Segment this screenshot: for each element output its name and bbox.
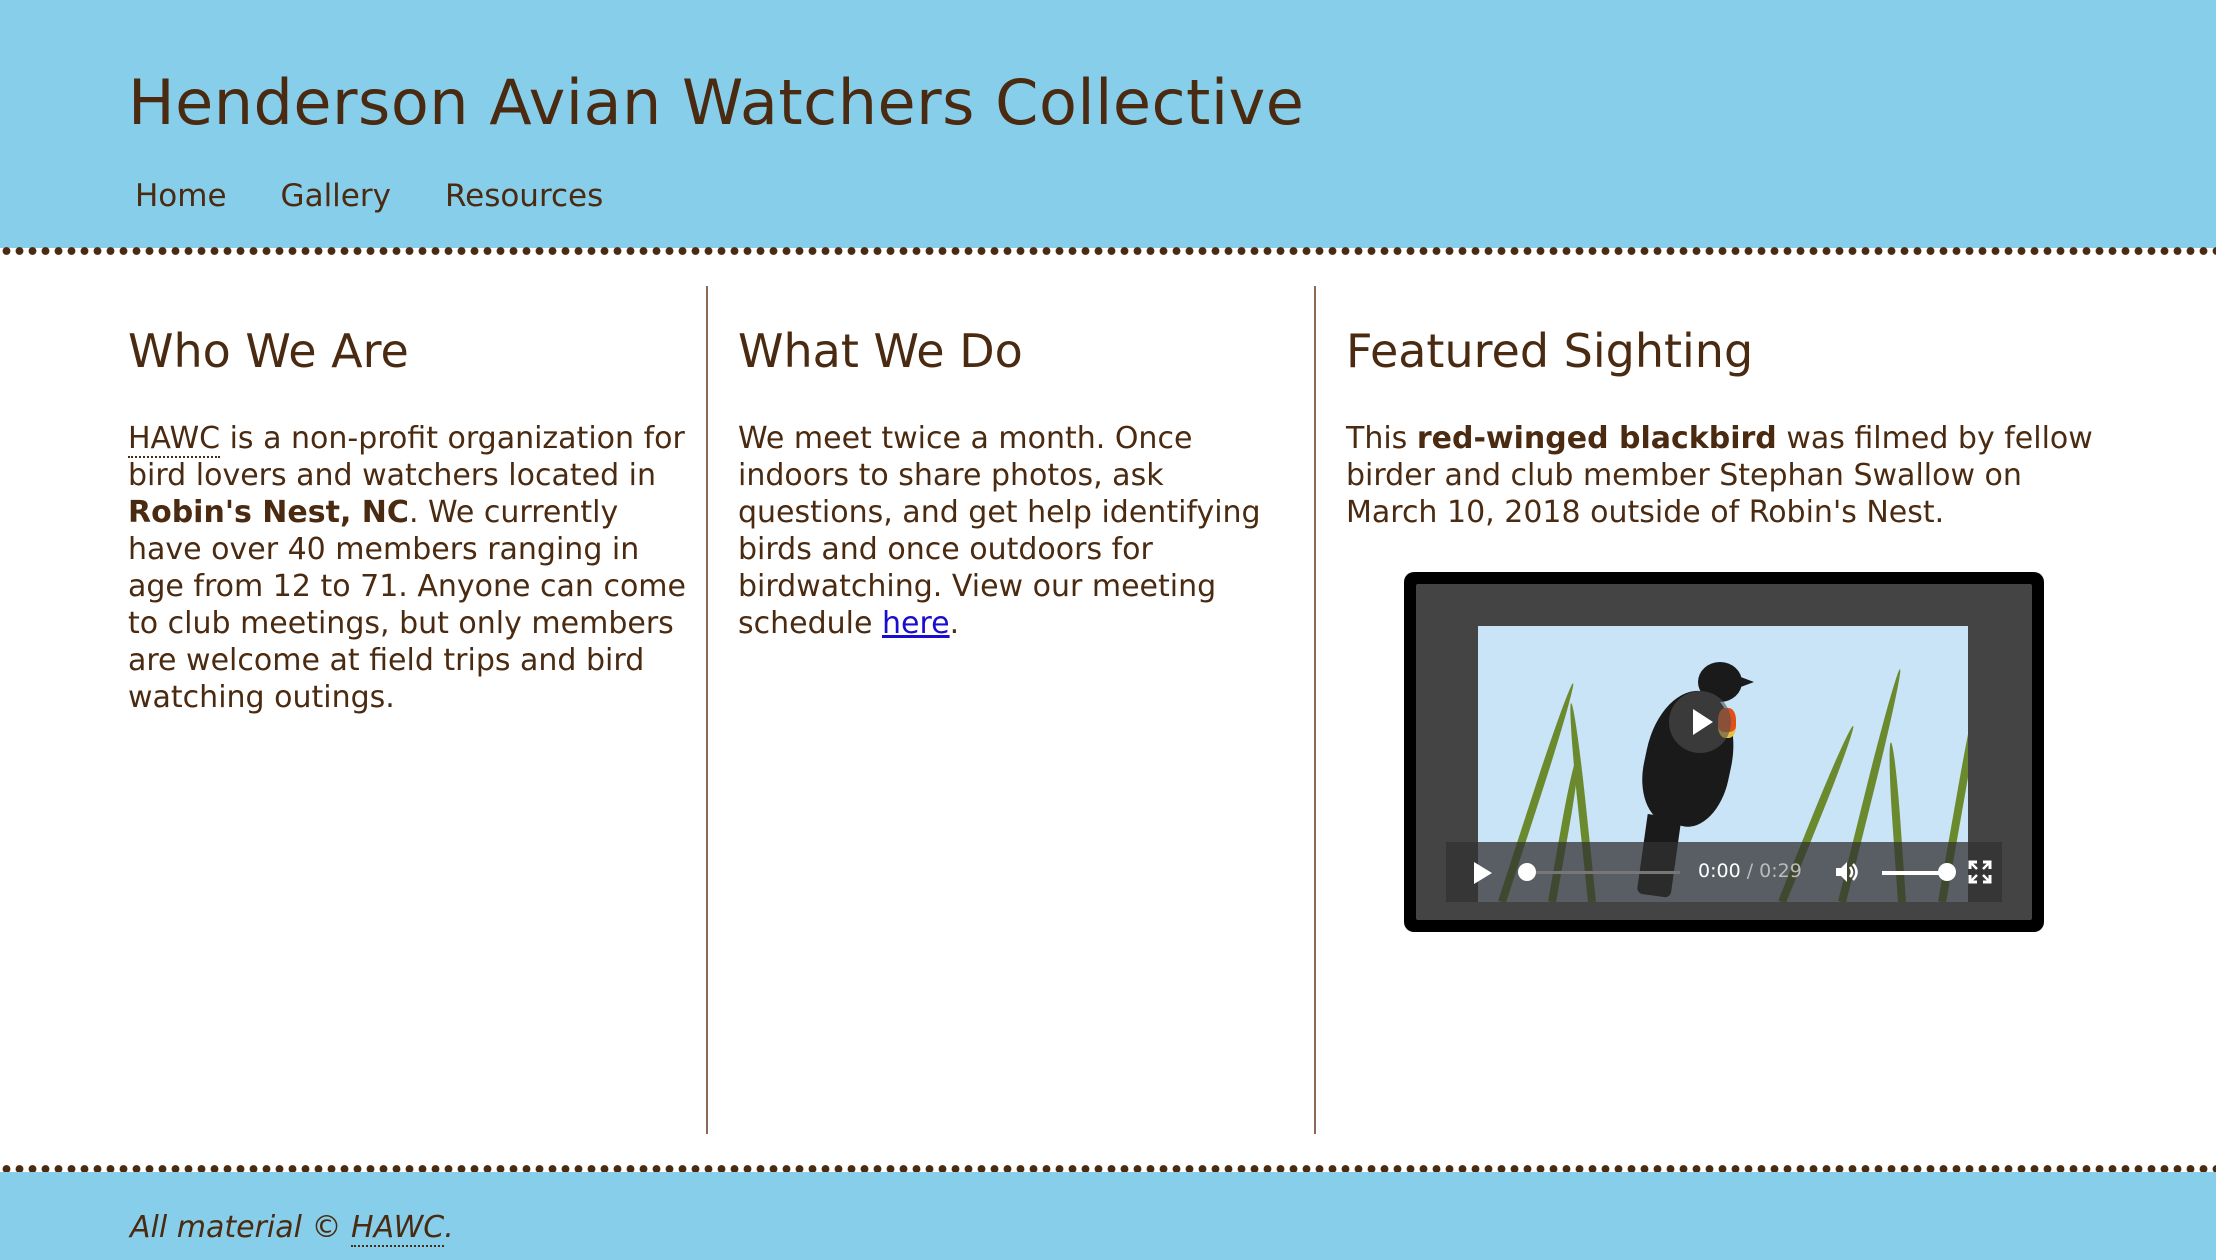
nav-resources[interactable]: Resources: [445, 178, 603, 214]
site-header: Henderson Avian Watchers Collective Home…: [0, 0, 2216, 248]
copyright-prefix: All material ©: [130, 1210, 352, 1245]
what-text-part2: .: [949, 606, 960, 641]
bird-beak-shape: [1738, 676, 1754, 688]
big-play-button[interactable]: [1669, 691, 1731, 753]
what-we-do-text: We meet twice a month. Once indoors to s…: [738, 420, 1298, 642]
what-we-do-section: What We Do We meet twice a month. Once i…: [706, 286, 1314, 1134]
main-nav: Home Gallery Resources: [135, 178, 603, 214]
what-we-do-heading: What We Do: [738, 324, 1023, 378]
video-area: 0:00 / 0:29: [1416, 584, 2032, 920]
what-text-part1: We meet twice a month. Once indoors to s…: [738, 421, 1261, 641]
video-controls: 0:00 / 0:29: [1446, 842, 2002, 902]
site-title: Henderson Avian Watchers Collective: [128, 66, 1305, 139]
fullscreen-icon[interactable]: [1968, 860, 1992, 884]
who-we-are-heading: Who We Are: [128, 324, 409, 378]
time-display: 0:00 / 0:29: [1698, 860, 1802, 882]
featured-sighting-heading: Featured Sighting: [1346, 324, 1754, 378]
site-footer: All material © HAWC.: [0, 1172, 2216, 1260]
duration: 0:29: [1759, 860, 1802, 882]
bird-name: red-winged blackbird: [1416, 421, 1777, 456]
featured-text-part1: This: [1346, 421, 1417, 456]
progress-bar[interactable]: [1520, 871, 1680, 874]
schedule-link[interactable]: here: [882, 606, 950, 641]
featured-sighting-text: This red-winged blackbird was filmed by …: [1346, 420, 2116, 531]
who-we-are-section: Who We Are HAWC is a non-profit organiza…: [128, 286, 706, 1134]
nav-home[interactable]: Home: [135, 178, 227, 214]
video-player[interactable]: 0:00 / 0:29: [1404, 572, 2044, 932]
volume-handle[interactable]: [1938, 863, 1956, 881]
copyright-suffix: .: [444, 1210, 454, 1245]
current-time: 0:00: [1698, 860, 1741, 882]
hawc-abbr: HAWC: [128, 421, 221, 458]
progress-handle[interactable]: [1518, 863, 1536, 881]
play-icon[interactable]: [1474, 862, 1492, 884]
volume-icon[interactable]: [1834, 860, 1860, 884]
volume-slider[interactable]: [1882, 871, 1946, 875]
nav-gallery[interactable]: Gallery: [281, 178, 391, 214]
who-we-are-text: HAWC is a non-profit organization for bi…: [128, 420, 690, 716]
footer-hawc-abbr: HAWC: [351, 1210, 445, 1247]
copyright-text: All material © HAWC.: [130, 1210, 454, 1247]
header-dotted-border: [0, 246, 2216, 256]
time-separator: /: [1740, 860, 1760, 882]
location-text: Robin's Nest, NC: [128, 495, 409, 530]
